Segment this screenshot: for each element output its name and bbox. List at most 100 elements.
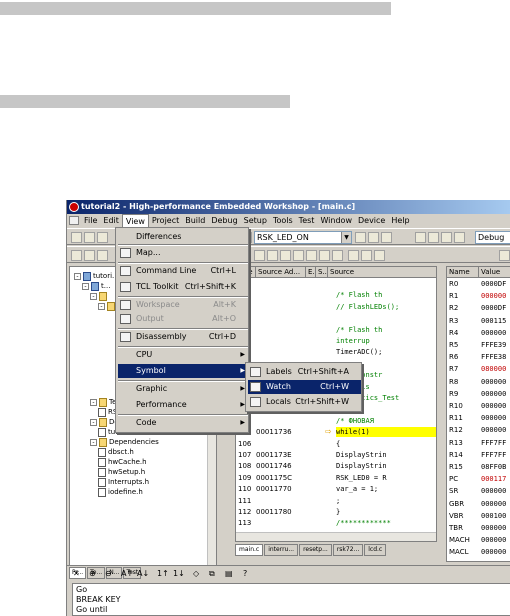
column-header[interactable]: Source — [328, 267, 436, 278]
find-next-icon[interactable] — [355, 232, 366, 243]
sort-numeric-icon[interactable]: 1↑ — [157, 569, 169, 578]
code-line[interactable]: 106 { — [236, 439, 436, 449]
paste-icon[interactable]: ▤ — [225, 569, 233, 578]
run-icon[interactable] — [361, 250, 372, 261]
session-combo[interactable]: Debug — [475, 231, 510, 244]
tree-item[interactable]: iodefine.h — [98, 487, 143, 497]
breakpoint-icon[interactable] — [332, 250, 343, 261]
register-row[interactable]: R5 FFFE39 — [447, 340, 510, 350]
build-all-icon[interactable] — [84, 250, 95, 261]
menu-help[interactable]: Help — [388, 214, 412, 227]
close-pane-icon[interactable]: ✕ — [73, 569, 80, 578]
find-in-files-icon[interactable] — [381, 232, 392, 243]
window-close-all-icon[interactable] — [454, 232, 465, 243]
register-row[interactable]: R10 000000 — [447, 401, 510, 411]
menu-build[interactable]: Build — [182, 214, 208, 227]
sort-za-icon[interactable]: A↓ — [137, 569, 149, 578]
menu-project[interactable]: Project — [149, 214, 182, 227]
copy-icon[interactable]: ⧉ — [209, 569, 215, 579]
tree-item[interactable]: hwCache.h — [98, 457, 147, 467]
watch-window-icon[interactable] — [293, 250, 304, 261]
code-line[interactable]: 96 /* Flash th — [236, 325, 436, 335]
register-row[interactable]: R0 0000DF — [447, 279, 510, 289]
tree-item[interactable]: dbsct.h — [98, 447, 134, 457]
tree-item[interactable]: - tutori... — [74, 271, 119, 281]
editor-tab[interactable]: main.c — [235, 544, 264, 556]
register-row[interactable]: R15 08FF0B — [447, 462, 510, 472]
menu-edit[interactable]: Edit — [100, 214, 122, 227]
view-menu-cpu[interactable]: CPU ▶ — [118, 348, 248, 362]
view-menu-code[interactable]: Code ▶ — [118, 416, 248, 430]
menu-view[interactable]: View — [121, 213, 149, 228]
register-row[interactable]: GBR 000000 — [447, 499, 510, 509]
code-line[interactable]: 93 /* Flash th — [236, 290, 436, 300]
column-header[interactable]: Value — [479, 267, 510, 278]
symbol-submenu-watch[interactable]: Watch Ctrl+W — [248, 380, 361, 394]
find-prev-icon[interactable] — [368, 232, 379, 243]
sort-icon[interactable]: ⊕ — [89, 569, 96, 578]
register-row[interactable]: R14 FFF7FF — [447, 450, 510, 460]
chevron-down-icon[interactable]: ▼ — [341, 232, 351, 243]
register-row[interactable]: MACL 000000 — [447, 547, 510, 557]
compile-icon[interactable] — [97, 250, 108, 261]
expand-toggle-icon[interactable]: - — [90, 398, 97, 406]
symbol-submenu-locals[interactable]: Locals Ctrl+Shift+W — [248, 395, 361, 409]
editor-tab[interactable]: rsk72... — [332, 544, 364, 556]
new-file-icon[interactable] — [71, 232, 82, 243]
menu-debug[interactable]: Debug — [208, 214, 240, 227]
stack-trace-icon[interactable] — [319, 250, 330, 261]
column-header[interactable]: E... — [306, 267, 316, 278]
clear-icon[interactable]: ◇ — [193, 569, 199, 578]
column-header[interactable]: S... — [316, 267, 328, 278]
register-row[interactable]: R1 000000 — [447, 291, 510, 301]
register-row[interactable]: VBR 000100 — [447, 511, 510, 521]
code-line[interactable]: 113 /************ — [236, 518, 436, 528]
register-row[interactable]: R9 000000 — [447, 389, 510, 399]
code-line[interactable]: 104 /* ФНОВАЯ — [236, 416, 436, 426]
window-arrange-icon[interactable] — [441, 232, 452, 243]
code-line[interactable]: 109 0001175C RSK_LED0 = R — [236, 473, 436, 483]
view-menu-symbol[interactable]: Symbol ▶ — [118, 364, 248, 378]
expand-toggle-icon[interactable]: - — [90, 418, 97, 426]
tree-item[interactable]: - Dependencies — [90, 437, 159, 447]
view-menu-command-line[interactable]: Command Line Ctrl+L — [118, 264, 248, 278]
memory-window-icon[interactable] — [267, 250, 278, 261]
tree-item[interactable]: - t... — [82, 281, 110, 291]
register-row[interactable]: R12 000000 — [447, 425, 510, 435]
function-combo[interactable]: RSK_LED_ON ▼ — [254, 231, 352, 244]
register-row[interactable]: R13 FFF7FF — [447, 438, 510, 448]
register-row[interactable]: R6 FFFE38 — [447, 352, 510, 362]
tree-item[interactable]: hwSetup.h — [98, 467, 145, 477]
menu-window[interactable]: Window — [317, 214, 355, 227]
menu-file[interactable]: File — [81, 214, 100, 227]
expand-toggle-icon[interactable]: - — [90, 292, 97, 300]
code-line[interactable]: 94// FlashLEDs(); — [236, 302, 436, 312]
symbol-submenu-labels[interactable]: Labels Ctrl+Shift+A — [248, 365, 361, 379]
code-line[interactable]: 110 00011770 var_a = 1; — [236, 484, 436, 494]
tree-item[interactable]: - — [90, 291, 109, 301]
sort-az-icon[interactable]: A↑ — [121, 569, 133, 578]
locals-window-icon[interactable] — [306, 250, 317, 261]
tree-item[interactable]: Interrupts.h — [98, 477, 149, 487]
register-row[interactable]: R4 000000 — [447, 328, 510, 338]
register-row[interactable]: R3 000115 — [447, 316, 510, 326]
code-line[interactable]: 97 interrup — [236, 336, 436, 346]
menu-device[interactable]: Device — [355, 214, 388, 227]
register-row[interactable]: SR 000000 — [447, 486, 510, 496]
code-line[interactable]: 112 00011780} — [236, 507, 436, 517]
help-icon[interactable]: ? — [243, 569, 247, 578]
register-row[interactable]: R8 000000 — [447, 377, 510, 387]
view-menu-tcl-toolkit[interactable]: TCL Toolkit Ctrl+Shift+K — [118, 280, 248, 294]
register-row[interactable]: PC 000117 — [447, 474, 510, 484]
register-row[interactable]: R2 0000DF — [447, 303, 510, 313]
expand-toggle-icon[interactable]: - — [98, 302, 105, 310]
view-menu-graphic[interactable]: Graphic ▶ — [118, 382, 248, 396]
column-header[interactable]: Name — [447, 267, 479, 278]
editor-hscrollbar[interactable] — [236, 532, 436, 541]
sort-numeric-desc-icon[interactable]: 1↓ — [173, 569, 185, 578]
register-window-icon[interactable] — [254, 250, 265, 261]
menu-test[interactable]: Test — [296, 214, 318, 227]
view-menu-differences[interactable]: Differences — [118, 230, 248, 244]
code-line[interactable]: 92 — [236, 279, 436, 289]
build-icon[interactable] — [71, 250, 82, 261]
